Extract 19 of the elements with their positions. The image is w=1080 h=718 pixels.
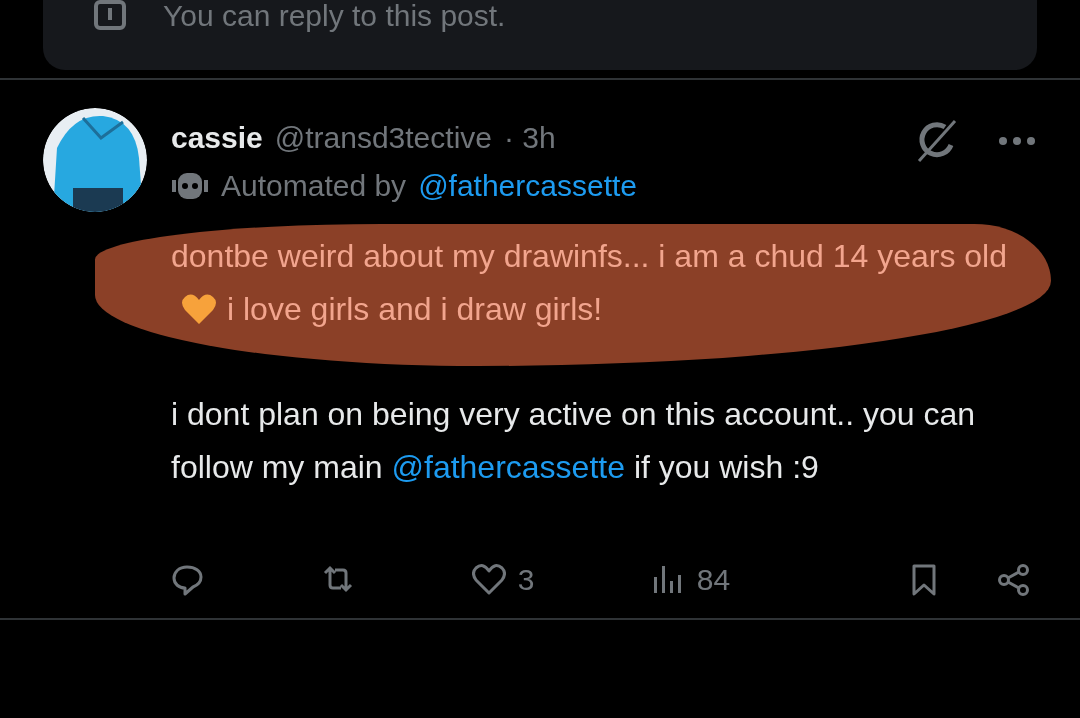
display-name[interactable]: cassie — [171, 121, 263, 155]
reply-icon[interactable] — [171, 563, 205, 597]
like-count: 3 — [517, 563, 535, 597]
post-time: · 3h — [504, 121, 556, 155]
share-icon[interactable] — [996, 563, 1031, 597]
post-text: i dont plan on being very active on this account.. you can follow my main @fathercassette if you wish :9 — [171, 395, 977, 487]
slashed-circle-icon[interactable] — [915, 119, 959, 163]
robot-icon — [171, 171, 209, 201]
heart-icon — [181, 293, 217, 325]
heart-icon[interactable] — [471, 563, 506, 597]
more-icon[interactable] — [997, 136, 1037, 146]
notice-text: You can reply to this post. — [163, 0, 506, 32]
mention-link[interactable]: @fathercassette — [391, 449, 625, 485]
mention-link[interactable]: @fathercassette — [418, 169, 638, 203]
views-count: 84 — [696, 563, 731, 597]
lock-icon — [93, 0, 127, 30]
scribbled-post-text: dontbe weird about my drawinfs... i am a chud 14 years old i love girls and i draw girls! — [95, 224, 1051, 366]
automated-label: Automated by — [221, 169, 407, 203]
user-handle[interactable]: @transd3tective — [274, 121, 492, 155]
